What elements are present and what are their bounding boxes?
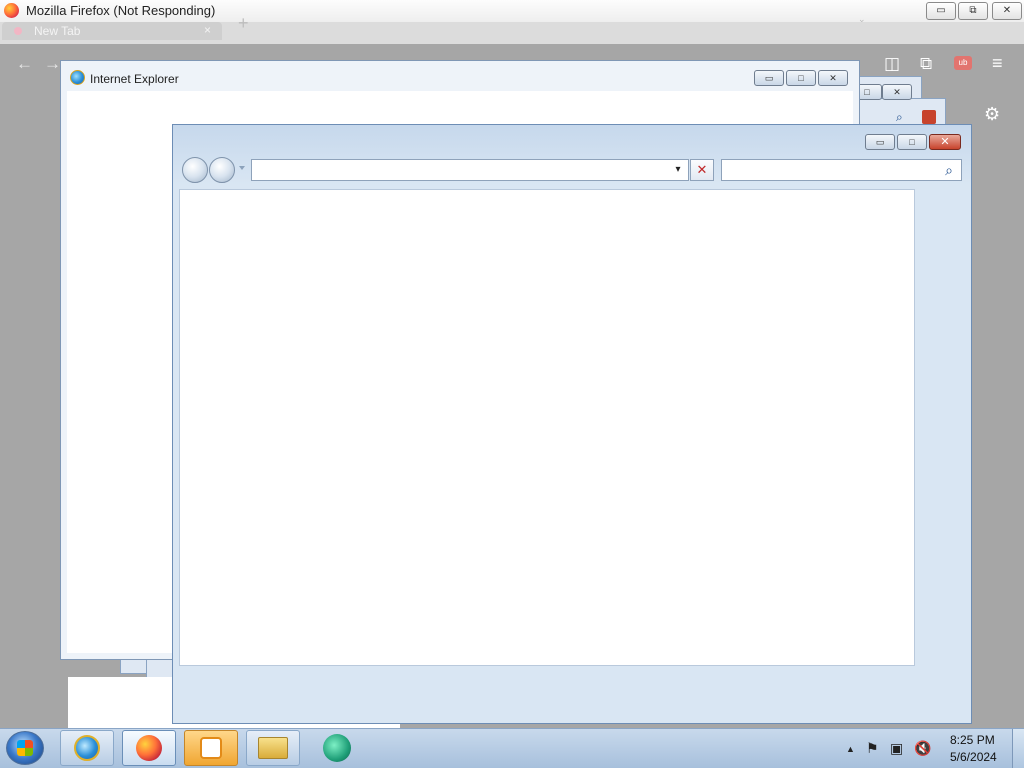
ie-front-maximize-button[interactable]: □ (897, 134, 927, 150)
list-tabs-icon[interactable]: ⌄ (858, 14, 866, 25)
start-button[interactable] (6, 731, 44, 765)
firefox-window-title: Mozilla Firefox (Not Responding) (26, 3, 216, 18)
firefox-taskbar-icon (136, 735, 162, 761)
firefox-minimize-button[interactable]: ▭ (926, 2, 956, 20)
ie-back-window-title: Internet Explorer (90, 72, 179, 86)
ie-icon (74, 735, 100, 761)
extensions-icon[interactable]: ⧉ (920, 54, 932, 74)
ie-address-bar[interactable] (251, 159, 689, 181)
taskbar-item-explorer[interactable] (246, 730, 300, 766)
ie-back-minimize-button[interactable]: ▭ (754, 70, 784, 86)
ublock-icon[interactable]: ub (954, 56, 972, 70)
taskbar-item-green-app[interactable] (320, 731, 354, 765)
menu-icon[interactable]: ≡ (992, 53, 1003, 74)
forward-icon[interactable]: → (44, 54, 61, 74)
ie-back-button[interactable] (182, 157, 208, 183)
ie-back-maximize-button[interactable]: □ (786, 70, 816, 86)
firefox-tab[interactable]: New Tab × (2, 22, 222, 40)
pocket-icon[interactable]: ◫ (884, 54, 900, 74)
tray-overflow-chevron-icon[interactable]: ▲ (846, 744, 855, 754)
action-center-flag-icon[interactable]: ⚑ (866, 740, 879, 757)
media-player-icon (200, 737, 222, 759)
address-dropdown-icon[interactable]: ▾ (670, 162, 686, 178)
internet-explorer-icon (70, 70, 85, 85)
stop-icon[interactable]: ✕ (690, 159, 714, 181)
firefox-icon (4, 3, 19, 18)
show-desktop-button[interactable] (1012, 729, 1024, 768)
tab-favicon-icon (14, 27, 22, 35)
ie-back-close-button[interactable]: ✕ (818, 70, 848, 86)
ie-front-content (179, 189, 915, 666)
ie-front-minimize-button[interactable]: ▭ (865, 134, 895, 150)
green-app-icon (323, 734, 351, 762)
folder-icon (258, 737, 288, 759)
ie-front-close-button[interactable]: ✕ (929, 134, 961, 150)
firefox-restore-button[interactable]: ⧉ (958, 2, 988, 20)
clock-date[interactable]: 5/6/2024 (950, 750, 997, 764)
search-icon[interactable]: ⌕ (940, 161, 958, 179)
ie-search-box[interactable] (721, 159, 962, 181)
tab-close-icon[interactable]: × (204, 23, 211, 37)
taskbar-item-media-player[interactable] (184, 730, 238, 766)
ghost-close-red-icon[interactable] (922, 110, 936, 124)
network-icon[interactable]: ▣ (890, 740, 903, 757)
settings-icon[interactable]: ⚙ (984, 104, 1000, 125)
ghost-close-button[interactable]: ✕ (882, 84, 912, 100)
recent-pages-dropdown-icon[interactable] (239, 166, 245, 170)
ie-forward-button[interactable] (209, 157, 235, 183)
clock-time[interactable]: 8:25 PM (950, 733, 995, 747)
firefox-tab-label: New Tab (34, 24, 81, 38)
taskbar-item-internet-explorer[interactable] (60, 730, 114, 766)
firefox-close-button[interactable]: ✕ (992, 2, 1022, 20)
taskbar-item-firefox[interactable] (122, 730, 176, 766)
new-tab-button[interactable]: + (238, 13, 249, 34)
back-icon[interactable]: ← (16, 54, 33, 74)
volume-muted-icon[interactable]: 🔇 (914, 740, 931, 757)
windows-logo-icon (17, 740, 33, 756)
